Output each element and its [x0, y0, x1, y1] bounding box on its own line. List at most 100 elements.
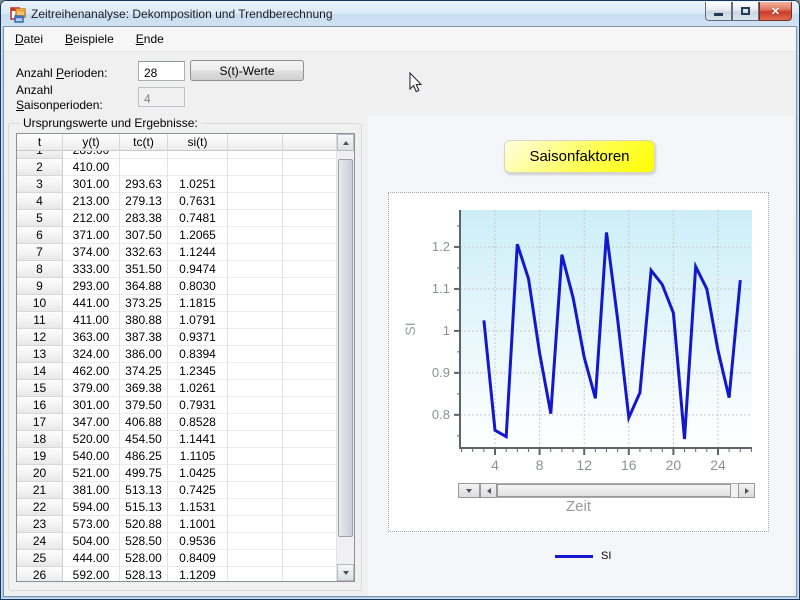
row-header-cell[interactable]: 5 [17, 210, 63, 227]
data-cell[interactable]: 1.1441 [168, 431, 228, 448]
data-cell[interactable] [228, 210, 283, 227]
column-header-si(t)[interactable]: si(t) [168, 134, 228, 151]
data-cell[interactable]: 1.0251 [168, 176, 228, 193]
data-cell[interactable]: 454.50 [120, 431, 168, 448]
maximize-button[interactable] [732, 2, 759, 21]
data-cell[interactable]: 444.00 [63, 550, 120, 567]
row-header-cell[interactable]: 14 [17, 363, 63, 380]
table-row[interactable]: 4213.00279.130.7631 [17, 193, 337, 210]
data-cell[interactable]: 374.25 [120, 363, 168, 380]
menu-item-beispiele[interactable]: Beispiele [54, 27, 125, 51]
data-cell[interactable]: 441.00 [63, 295, 120, 312]
data-cell[interactable] [283, 431, 337, 448]
data-cell[interactable] [283, 159, 337, 176]
data-cell[interactable]: 301.00 [63, 176, 120, 193]
data-cell[interactable] [228, 176, 283, 193]
data-cell[interactable]: 520.88 [120, 516, 168, 533]
data-cell[interactable]: 1.1815 [168, 295, 228, 312]
table-row[interactable]: 13324.00386.000.8394 [17, 346, 337, 363]
data-cell[interactable] [283, 363, 337, 380]
table-row[interactable]: 16301.00379.500.7931 [17, 397, 337, 414]
data-cell[interactable] [283, 312, 337, 329]
data-cell[interactable] [283, 499, 337, 516]
data-cell[interactable]: 386.00 [120, 346, 168, 363]
data-cell[interactable] [228, 363, 283, 380]
table-row[interactable]: 8333.00351.500.9474 [17, 261, 337, 278]
column-header-tc(t)[interactable]: tc(t) [120, 134, 168, 151]
data-cell[interactable] [283, 244, 337, 261]
scroll-down-button[interactable] [337, 564, 354, 581]
data-cell[interactable] [283, 397, 337, 414]
data-cell[interactable]: 411.00 [63, 312, 120, 329]
data-cell[interactable] [228, 261, 283, 278]
data-cell[interactable]: 520.00 [63, 431, 120, 448]
data-cell[interactable] [120, 159, 168, 176]
row-header-cell[interactable]: 12 [17, 329, 63, 346]
data-cell[interactable] [228, 193, 283, 210]
data-cell[interactable]: 283.38 [120, 210, 168, 227]
data-cell[interactable] [228, 482, 283, 499]
data-cell[interactable] [283, 227, 337, 244]
data-cell[interactable]: 1.0425 [168, 465, 228, 482]
chart-scroll-left-button[interactable] [480, 483, 497, 498]
data-cell[interactable]: 540.00 [63, 448, 120, 465]
data-cell[interactable]: 332.63 [120, 244, 168, 261]
table-row[interactable]: 25444.00528.000.8409 [17, 550, 337, 567]
scrollbar-thumb[interactable] [338, 159, 353, 537]
menu-item-ende[interactable]: Ende [125, 27, 175, 51]
data-cell[interactable]: 351.50 [120, 261, 168, 278]
data-cell[interactable] [283, 261, 337, 278]
data-cell[interactable]: 0.7931 [168, 397, 228, 414]
data-cell[interactable]: 363.00 [63, 329, 120, 346]
data-cell[interactable]: 1.0261 [168, 380, 228, 397]
data-cell[interactable]: 1.1001 [168, 516, 228, 533]
data-cell[interactable]: 213.00 [63, 193, 120, 210]
table-row[interactable]: 21381.00513.130.7425 [17, 482, 337, 499]
data-cell[interactable] [283, 380, 337, 397]
data-cell[interactable]: 293.00 [63, 278, 120, 295]
row-header-cell[interactable]: 7 [17, 244, 63, 261]
data-cell[interactable]: 1.2065 [168, 227, 228, 244]
row-header-cell[interactable]: 25 [17, 550, 63, 567]
data-cell[interactable] [228, 380, 283, 397]
data-cell[interactable] [228, 397, 283, 414]
data-cell[interactable]: 0.8030 [168, 278, 228, 295]
table-row[interactable]: 2410.00 [17, 159, 337, 176]
row-header-cell[interactable]: 13 [17, 346, 63, 363]
data-cell[interactable]: 504.00 [63, 533, 120, 550]
data-cell[interactable] [228, 533, 283, 550]
row-header-cell[interactable]: 2 [17, 159, 63, 176]
data-cell[interactable]: 0.7481 [168, 210, 228, 227]
chart-scroll-thumb[interactable] [497, 484, 731, 497]
menu-item-datei[interactable]: Datei [4, 27, 54, 51]
data-cell[interactable] [283, 482, 337, 499]
data-cell[interactable] [283, 193, 337, 210]
data-cell[interactable]: 279.13 [120, 193, 168, 210]
data-cell[interactable]: 369.38 [120, 380, 168, 397]
row-header-cell[interactable]: 24 [17, 533, 63, 550]
chart-scroll-track[interactable] [497, 483, 738, 498]
data-cell[interactable] [283, 550, 337, 567]
data-cell[interactable] [228, 295, 283, 312]
table-row[interactable]: 14462.00374.251.2345 [17, 363, 337, 380]
st-werte-button[interactable]: S(t)-Werte [190, 60, 304, 81]
data-cell[interactable]: 379.00 [63, 380, 120, 397]
data-cell[interactable] [168, 159, 228, 176]
saisonfaktoren-button[interactable]: Saisonfaktoren [504, 140, 655, 173]
data-cell[interactable] [228, 244, 283, 261]
row-header-cell[interactable]: 10 [17, 295, 63, 312]
data-cell[interactable] [228, 465, 283, 482]
data-cell[interactable]: 212.00 [63, 210, 120, 227]
row-header-cell[interactable]: 23 [17, 516, 63, 533]
minimize-button[interactable] [705, 2, 732, 21]
data-cell[interactable]: 301.00 [63, 397, 120, 414]
data-cell[interactable] [283, 414, 337, 431]
column-header-empty[interactable] [228, 134, 283, 151]
data-cell[interactable]: 521.00 [63, 465, 120, 482]
table-row[interactable]: 9293.00364.880.8030 [17, 278, 337, 295]
periods-input[interactable] [138, 61, 185, 81]
chart-scroll-right-button[interactable] [738, 483, 755, 498]
table-row[interactable]: 6371.00307.501.2065 [17, 227, 337, 244]
row-header-cell[interactable]: 4 [17, 193, 63, 210]
table-vertical-scrollbar[interactable] [337, 134, 354, 581]
